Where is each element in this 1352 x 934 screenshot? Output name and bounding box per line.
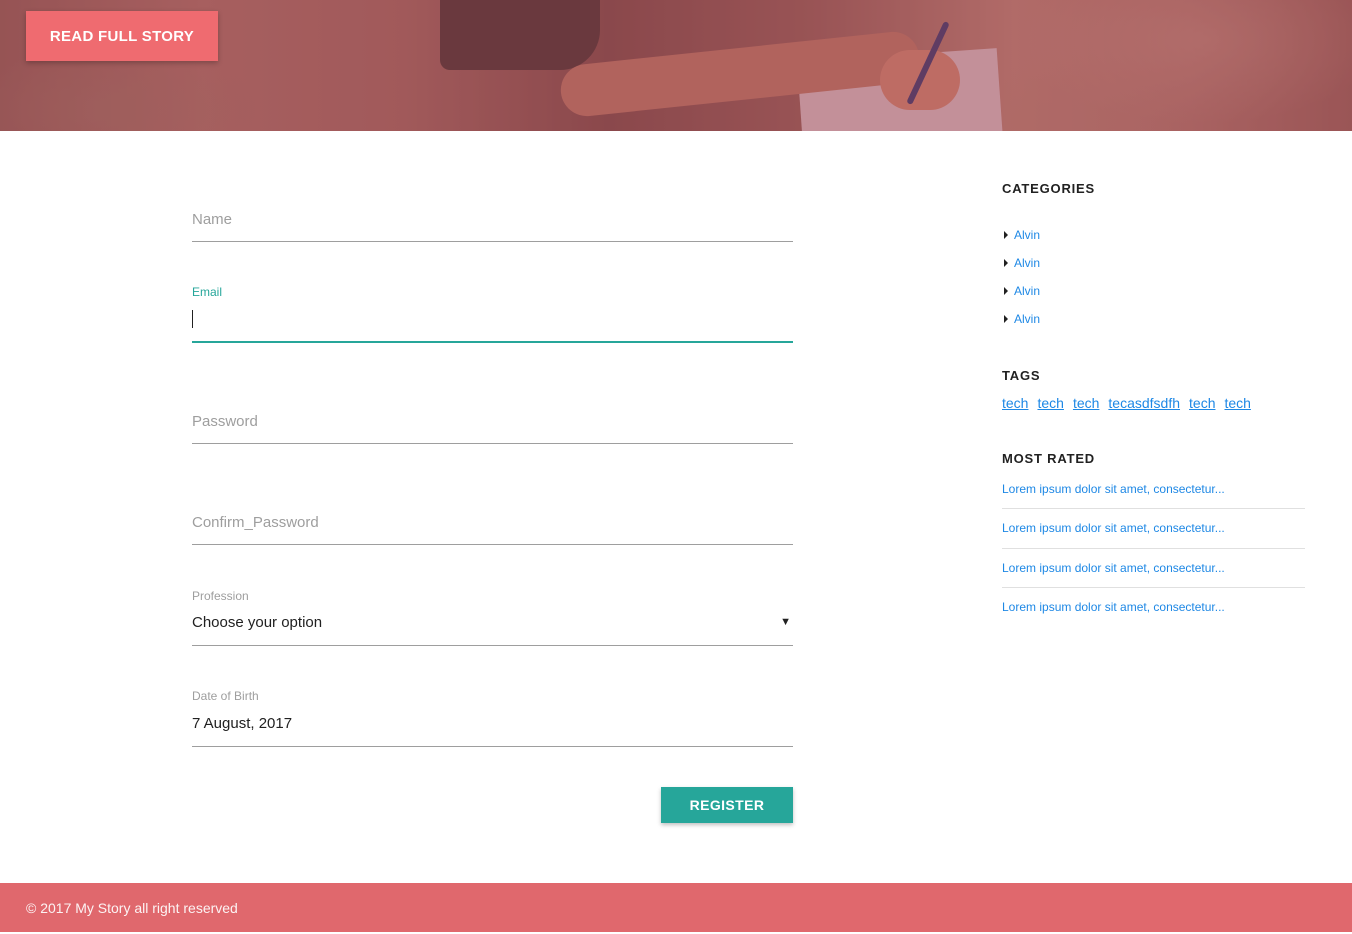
tag-link[interactable]: tech — [1189, 395, 1215, 411]
category-item[interactable]: Alvin — [1002, 312, 1040, 326]
password-underline — [192, 443, 793, 444]
footer: © 2017 My Story all right reserved — [0, 883, 1352, 932]
hero-banner: READ FULL STORY — [0, 0, 1352, 131]
email-field[interactable]: Email — [192, 284, 793, 344]
category-link[interactable]: Alvin — [1014, 256, 1040, 270]
divider — [1002, 548, 1305, 549]
most-rated-link[interactable]: Lorem ipsum dolor sit amet, consectetur.… — [1002, 561, 1305, 575]
caret-right-icon — [1004, 231, 1008, 239]
most-rated-link[interactable]: Lorem ipsum dolor sit amet, consectetur.… — [1002, 600, 1305, 614]
name-underline — [192, 241, 793, 242]
read-full-story-button[interactable]: READ FULL STORY — [26, 11, 218, 61]
email-label: Email — [192, 285, 223, 299]
password-field[interactable]: Password — [192, 409, 793, 445]
profession-label: Profession — [192, 589, 249, 603]
category-link[interactable]: Alvin — [1014, 284, 1040, 298]
tag-link[interactable]: tecasdfsdfh — [1108, 395, 1180, 411]
register-button[interactable]: REGISTER — [661, 787, 793, 823]
profession-selected-value: Choose your option — [192, 614, 323, 631]
email-underline — [192, 341, 793, 343]
tag-link[interactable]: tech — [1037, 395, 1063, 411]
category-item[interactable]: Alvin — [1002, 228, 1040, 242]
confirm-password-placeholder: Confirm_Password — [192, 514, 319, 531]
password-placeholder: Password — [192, 413, 258, 430]
date-of-birth-field[interactable]: Date of Birth 7 August, 2017 — [192, 688, 793, 748]
divider — [1002, 508, 1305, 509]
category-item[interactable]: Alvin — [1002, 256, 1040, 270]
copyright-text: © 2017 My Story all right reserved — [26, 899, 238, 916]
tag-list: tech tech tech tecasdfsdfh tech tech — [1002, 395, 1251, 411]
date-of-birth-value: 7 August, 2017 — [192, 715, 293, 732]
profession-select[interactable]: Profession Choose your option ▼ — [192, 588, 793, 646]
confirm-password-field[interactable]: Confirm_Password — [192, 510, 793, 546]
name-placeholder: Name — [192, 211, 233, 228]
date-of-birth-label: Date of Birth — [192, 689, 259, 703]
category-item[interactable]: Alvin — [1002, 284, 1040, 298]
most-rated-link[interactable]: Lorem ipsum dolor sit amet, consectetur.… — [1002, 482, 1305, 496]
text-cursor — [192, 310, 193, 328]
tags-heading: TAGS — [1002, 368, 1041, 383]
category-link[interactable]: Alvin — [1014, 228, 1040, 242]
category-link[interactable]: Alvin — [1014, 312, 1040, 326]
dropdown-arrow-icon[interactable]: ▼ — [780, 616, 791, 628]
name-field[interactable]: Name — [192, 207, 793, 243]
caret-right-icon — [1004, 315, 1008, 323]
tag-link[interactable]: tech — [1073, 395, 1099, 411]
caret-right-icon — [1004, 259, 1008, 267]
confirm-password-underline — [192, 544, 793, 545]
divider — [1002, 587, 1305, 588]
date-of-birth-underline — [192, 746, 793, 747]
tag-link[interactable]: tech — [1002, 395, 1028, 411]
tag-link[interactable]: tech — [1224, 395, 1250, 411]
most-rated-heading: MOST RATED — [1002, 451, 1095, 466]
caret-right-icon — [1004, 287, 1008, 295]
categories-heading: CATEGORIES — [1002, 181, 1095, 196]
most-rated-link[interactable]: Lorem ipsum dolor sit amet, consectetur.… — [1002, 521, 1305, 535]
profession-underline — [192, 645, 793, 646]
